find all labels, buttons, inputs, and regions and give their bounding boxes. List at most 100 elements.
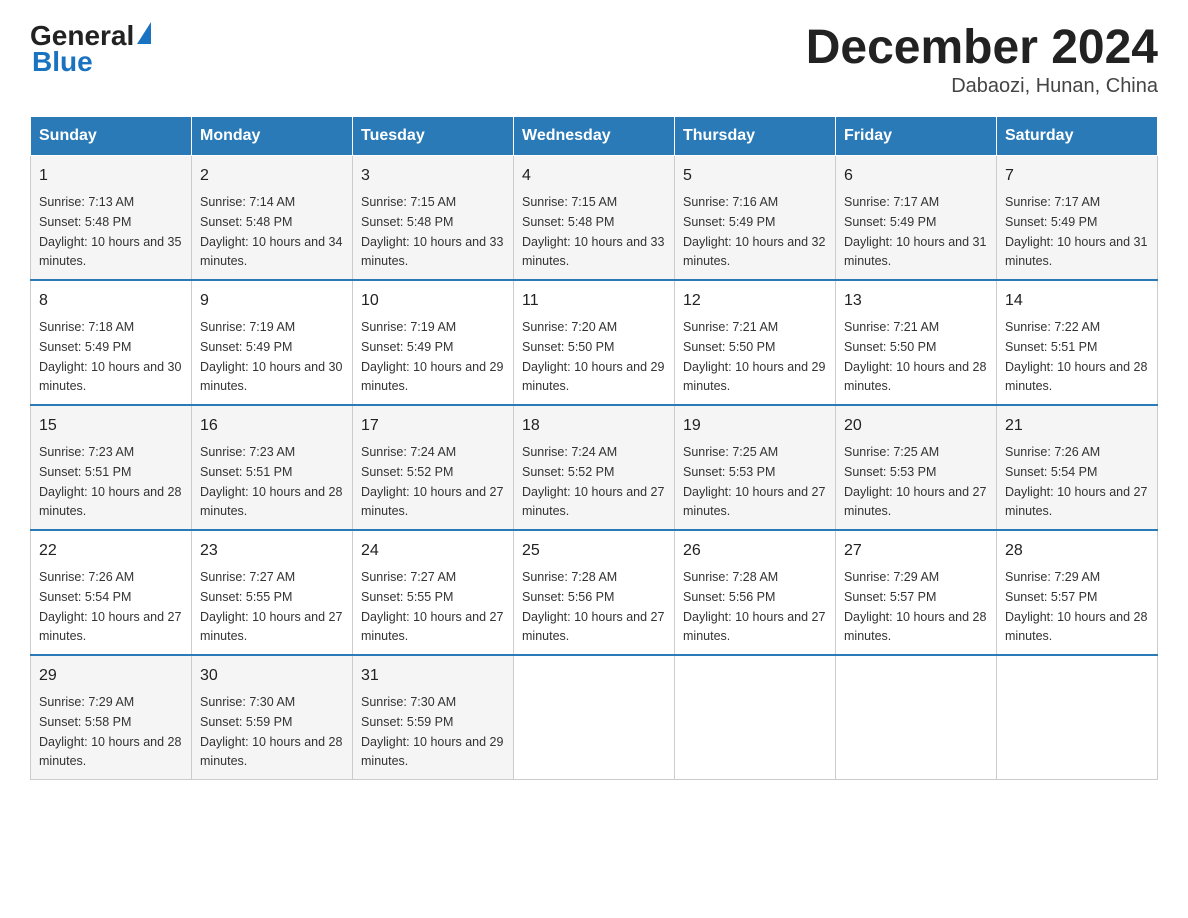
- day-info: Sunrise: 7:14 AMSunset: 5:48 PMDaylight:…: [200, 195, 342, 268]
- calendar-cell: 26 Sunrise: 7:28 AMSunset: 5:56 PMDaylig…: [675, 530, 836, 655]
- day-info: Sunrise: 7:17 AMSunset: 5:49 PMDaylight:…: [844, 195, 986, 268]
- day-number: 10: [361, 289, 505, 313]
- day-info: Sunrise: 7:21 AMSunset: 5:50 PMDaylight:…: [844, 320, 986, 393]
- calendar-cell: 25 Sunrise: 7:28 AMSunset: 5:56 PMDaylig…: [514, 530, 675, 655]
- calendar-cell: 16 Sunrise: 7:23 AMSunset: 5:51 PMDaylig…: [192, 405, 353, 530]
- calendar-cell: 18 Sunrise: 7:24 AMSunset: 5:52 PMDaylig…: [514, 405, 675, 530]
- day-number: 1: [39, 164, 183, 188]
- day-info: Sunrise: 7:19 AMSunset: 5:49 PMDaylight:…: [200, 320, 342, 393]
- calendar-cell: [836, 655, 997, 780]
- logo: General Blue: [30, 20, 151, 78]
- day-info: Sunrise: 7:30 AMSunset: 5:59 PMDaylight:…: [200, 695, 342, 768]
- day-number: 30: [200, 664, 344, 688]
- calendar-week-2: 8 Sunrise: 7:18 AMSunset: 5:49 PMDayligh…: [31, 280, 1158, 405]
- calendar-cell: 15 Sunrise: 7:23 AMSunset: 5:51 PMDaylig…: [31, 405, 192, 530]
- day-info: Sunrise: 7:24 AMSunset: 5:52 PMDaylight:…: [361, 445, 503, 518]
- calendar-cell: 20 Sunrise: 7:25 AMSunset: 5:53 PMDaylig…: [836, 405, 997, 530]
- day-info: Sunrise: 7:26 AMSunset: 5:54 PMDaylight:…: [39, 570, 181, 643]
- header-sunday: Sunday: [31, 117, 192, 156]
- calendar-cell: 9 Sunrise: 7:19 AMSunset: 5:49 PMDayligh…: [192, 280, 353, 405]
- day-info: Sunrise: 7:28 AMSunset: 5:56 PMDaylight:…: [683, 570, 825, 643]
- calendar-cell: 23 Sunrise: 7:27 AMSunset: 5:55 PMDaylig…: [192, 530, 353, 655]
- calendar-week-4: 22 Sunrise: 7:26 AMSunset: 5:54 PMDaylig…: [31, 530, 1158, 655]
- title-area: December 2024 Dabaozi, Hunan, China: [806, 20, 1158, 98]
- day-number: 14: [1005, 289, 1149, 313]
- calendar-cell: 17 Sunrise: 7:24 AMSunset: 5:52 PMDaylig…: [353, 405, 514, 530]
- calendar-cell: 28 Sunrise: 7:29 AMSunset: 5:57 PMDaylig…: [997, 530, 1158, 655]
- page-header: General Blue December 2024 Dabaozi, Huna…: [30, 20, 1158, 98]
- header-wednesday: Wednesday: [514, 117, 675, 156]
- calendar-cell: 5 Sunrise: 7:16 AMSunset: 5:49 PMDayligh…: [675, 156, 836, 281]
- day-info: Sunrise: 7:27 AMSunset: 5:55 PMDaylight:…: [361, 570, 503, 643]
- day-info: Sunrise: 7:13 AMSunset: 5:48 PMDaylight:…: [39, 195, 181, 268]
- day-info: Sunrise: 7:22 AMSunset: 5:51 PMDaylight:…: [1005, 320, 1147, 393]
- calendar-week-3: 15 Sunrise: 7:23 AMSunset: 5:51 PMDaylig…: [31, 405, 1158, 530]
- header-monday: Monday: [192, 117, 353, 156]
- day-info: Sunrise: 7:19 AMSunset: 5:49 PMDaylight:…: [361, 320, 503, 393]
- calendar-cell: 12 Sunrise: 7:21 AMSunset: 5:50 PMDaylig…: [675, 280, 836, 405]
- day-info: Sunrise: 7:29 AMSunset: 5:58 PMDaylight:…: [39, 695, 181, 768]
- day-number: 23: [200, 539, 344, 563]
- day-info: Sunrise: 7:30 AMSunset: 5:59 PMDaylight:…: [361, 695, 503, 768]
- calendar-cell: [675, 655, 836, 780]
- calendar-cell: 31 Sunrise: 7:30 AMSunset: 5:59 PMDaylig…: [353, 655, 514, 780]
- day-number: 22: [39, 539, 183, 563]
- header-saturday: Saturday: [997, 117, 1158, 156]
- calendar-cell: [514, 655, 675, 780]
- month-title: December 2024: [806, 20, 1158, 75]
- day-info: Sunrise: 7:24 AMSunset: 5:52 PMDaylight:…: [522, 445, 664, 518]
- day-number: 4: [522, 164, 666, 188]
- calendar-cell: 13 Sunrise: 7:21 AMSunset: 5:50 PMDaylig…: [836, 280, 997, 405]
- day-info: Sunrise: 7:26 AMSunset: 5:54 PMDaylight:…: [1005, 445, 1147, 518]
- day-number: 29: [39, 664, 183, 688]
- day-number: 18: [522, 414, 666, 438]
- day-info: Sunrise: 7:25 AMSunset: 5:53 PMDaylight:…: [844, 445, 986, 518]
- day-number: 16: [200, 414, 344, 438]
- day-number: 24: [361, 539, 505, 563]
- calendar-cell: 21 Sunrise: 7:26 AMSunset: 5:54 PMDaylig…: [997, 405, 1158, 530]
- day-number: 8: [39, 289, 183, 313]
- day-number: 27: [844, 539, 988, 563]
- day-number: 25: [522, 539, 666, 563]
- day-number: 11: [522, 289, 666, 313]
- day-info: Sunrise: 7:27 AMSunset: 5:55 PMDaylight:…: [200, 570, 342, 643]
- logo-blue-text: Blue: [30, 46, 93, 78]
- day-info: Sunrise: 7:18 AMSunset: 5:49 PMDaylight:…: [39, 320, 181, 393]
- calendar-cell: [997, 655, 1158, 780]
- location: Dabaozi, Hunan, China: [806, 75, 1158, 98]
- day-number: 7: [1005, 164, 1149, 188]
- calendar-cell: 22 Sunrise: 7:26 AMSunset: 5:54 PMDaylig…: [31, 530, 192, 655]
- day-number: 12: [683, 289, 827, 313]
- day-number: 15: [39, 414, 183, 438]
- day-info: Sunrise: 7:17 AMSunset: 5:49 PMDaylight:…: [1005, 195, 1147, 268]
- calendar-cell: 4 Sunrise: 7:15 AMSunset: 5:48 PMDayligh…: [514, 156, 675, 281]
- day-number: 21: [1005, 414, 1149, 438]
- calendar-cell: 14 Sunrise: 7:22 AMSunset: 5:51 PMDaylig…: [997, 280, 1158, 405]
- calendar-cell: 2 Sunrise: 7:14 AMSunset: 5:48 PMDayligh…: [192, 156, 353, 281]
- day-number: 5: [683, 164, 827, 188]
- day-info: Sunrise: 7:29 AMSunset: 5:57 PMDaylight:…: [844, 570, 986, 643]
- calendar-cell: 24 Sunrise: 7:27 AMSunset: 5:55 PMDaylig…: [353, 530, 514, 655]
- calendar-cell: 27 Sunrise: 7:29 AMSunset: 5:57 PMDaylig…: [836, 530, 997, 655]
- day-info: Sunrise: 7:23 AMSunset: 5:51 PMDaylight:…: [39, 445, 181, 518]
- calendar-cell: 3 Sunrise: 7:15 AMSunset: 5:48 PMDayligh…: [353, 156, 514, 281]
- day-number: 6: [844, 164, 988, 188]
- day-number: 9: [200, 289, 344, 313]
- day-info: Sunrise: 7:16 AMSunset: 5:49 PMDaylight:…: [683, 195, 825, 268]
- calendar-week-1: 1 Sunrise: 7:13 AMSunset: 5:48 PMDayligh…: [31, 156, 1158, 281]
- day-number: 19: [683, 414, 827, 438]
- day-info: Sunrise: 7:28 AMSunset: 5:56 PMDaylight:…: [522, 570, 664, 643]
- calendar-cell: 30 Sunrise: 7:30 AMSunset: 5:59 PMDaylig…: [192, 655, 353, 780]
- day-info: Sunrise: 7:15 AMSunset: 5:48 PMDaylight:…: [361, 195, 503, 268]
- day-number: 26: [683, 539, 827, 563]
- calendar-table: Sunday Monday Tuesday Wednesday Thursday…: [30, 116, 1158, 780]
- logo-triangle-icon: [137, 22, 151, 44]
- calendar-cell: 1 Sunrise: 7:13 AMSunset: 5:48 PMDayligh…: [31, 156, 192, 281]
- day-number: 17: [361, 414, 505, 438]
- day-info: Sunrise: 7:15 AMSunset: 5:48 PMDaylight:…: [522, 195, 664, 268]
- day-number: 2: [200, 164, 344, 188]
- day-info: Sunrise: 7:20 AMSunset: 5:50 PMDaylight:…: [522, 320, 664, 393]
- calendar-cell: 8 Sunrise: 7:18 AMSunset: 5:49 PMDayligh…: [31, 280, 192, 405]
- calendar-week-5: 29 Sunrise: 7:29 AMSunset: 5:58 PMDaylig…: [31, 655, 1158, 780]
- day-number: 31: [361, 664, 505, 688]
